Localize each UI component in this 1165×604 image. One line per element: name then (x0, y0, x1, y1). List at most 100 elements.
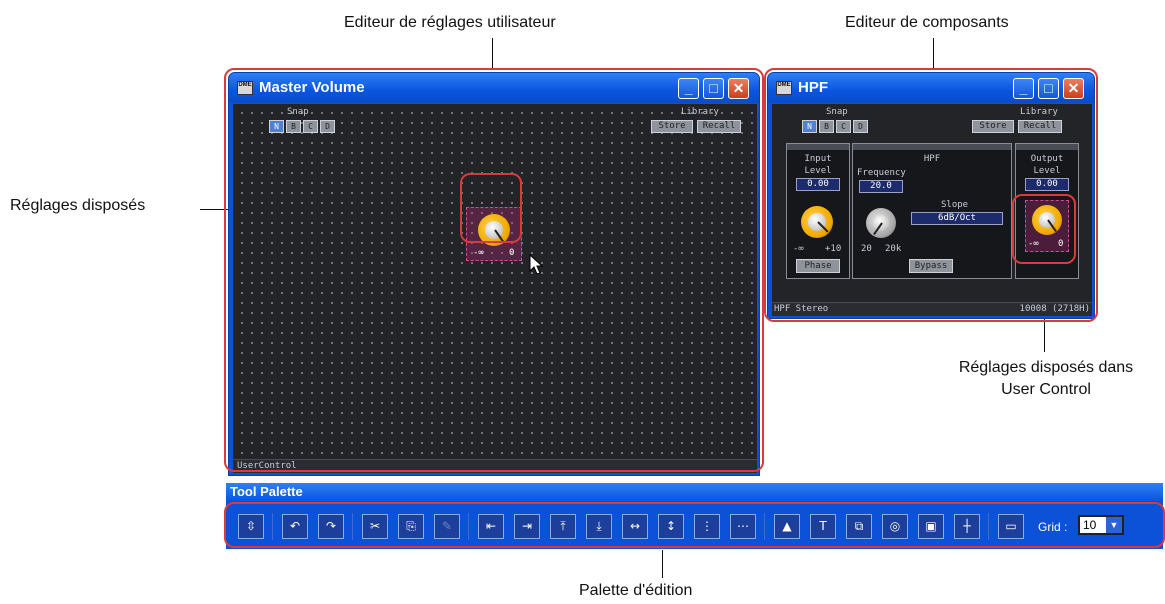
input-max-label: +10 (825, 244, 842, 254)
snap-button-d[interactable]: D (320, 120, 335, 133)
snap-button-b[interactable]: B (286, 120, 301, 133)
distribute-vertical-icon[interactable]: ↕ (658, 514, 684, 539)
component-panel: Snap N B C D Library Store Recall Input … (772, 104, 1092, 316)
snap-button-n[interactable]: N (269, 120, 284, 133)
center-horizontal-icon[interactable]: ⋯ (730, 514, 756, 539)
frequency-label: Frequency (857, 168, 906, 178)
slope-label: Slope (941, 200, 969, 210)
align-bottom-icon[interactable]: ⤓ (586, 514, 612, 539)
callout-placed-controls: Réglages disposés (10, 197, 146, 214)
snap-button-n[interactable]: N (802, 120, 817, 133)
freq-min-label: 20 (861, 244, 872, 254)
output-section: Output Level 0.00 -∞ 0 (1015, 143, 1079, 279)
close-button[interactable]: ✕ (1063, 78, 1084, 99)
grid-label: Grid : (1038, 520, 1068, 534)
snap-button-d[interactable]: D (853, 120, 868, 133)
placed-output-knob[interactable]: -∞ 0 (1025, 200, 1069, 252)
mouse-cursor-icon (529, 254, 544, 275)
freq-max-label: 20k (885, 244, 902, 254)
panel-tool-icon[interactable]: ▣ (918, 514, 944, 539)
status-text: UserControl (237, 461, 297, 471)
knob-max-label: 0 (509, 248, 515, 258)
callout-user-editor: Editeur de réglages utilisateur (344, 14, 556, 31)
snap-label: Snap (287, 107, 309, 117)
frequency-knob[interactable] (866, 208, 896, 238)
box-tool-icon[interactable]: ⧉ (846, 514, 872, 539)
store-button[interactable]: Store (972, 120, 1014, 133)
tool-palette-titlebar[interactable]: Tool Palette (226, 483, 1163, 501)
slope-value[interactable]: 6dB/Oct (911, 212, 1003, 225)
grid-value: 10 (1083, 518, 1097, 532)
callout-line (492, 38, 493, 70)
input-level-knob[interactable] (801, 206, 833, 238)
library-label: Library (1020, 107, 1058, 117)
minimize-button[interactable]: _ (1013, 78, 1034, 99)
callout-line (662, 550, 663, 578)
redo-icon[interactable]: ↷ (318, 514, 344, 539)
grid-select[interactable]: 10 ▼ (1078, 515, 1124, 535)
snap-label: Snap (826, 107, 848, 117)
master-volume-window: DME Master Volume _ □ ✕ Snap N B C D Lib… (228, 72, 760, 476)
snap-button-c[interactable]: C (836, 120, 851, 133)
maximize-button[interactable]: □ (1038, 78, 1059, 99)
output-max-label: 0 (1058, 239, 1064, 249)
tool-palette: Tool Palette ⇳ ↶ ↷ ✂ ⎘ ✎ ⇤ ⇥ ⤒ ⤓ ↔ ↕ ⋮ ⋯… (226, 483, 1163, 549)
placed-level-knob[interactable]: -∞ 0 (466, 207, 522, 261)
output-level-knob[interactable] (1032, 205, 1062, 235)
tool-palette-title: Tool Palette (230, 484, 303, 499)
recall-button[interactable]: Recall (697, 120, 741, 133)
align-left-icon[interactable]: ⇤ (478, 514, 504, 539)
input-section: Input Level 0.00 -∞ +10 Phase (786, 143, 850, 279)
close-button[interactable]: ✕ (728, 78, 749, 99)
minimize-button[interactable]: _ (678, 78, 699, 99)
app-icon: DME (776, 81, 792, 95)
input-min-label: -∞ (793, 244, 804, 254)
undo-icon[interactable]: ↶ (282, 514, 308, 539)
line-tool-icon[interactable]: ┼ (954, 514, 980, 539)
master-volume-titlebar[interactable]: DME Master Volume _ □ ✕ (229, 73, 759, 103)
status-bar: HPF Stereo 10008 (2718H) (772, 302, 1092, 316)
align-right-icon[interactable]: ⇥ (514, 514, 540, 539)
status-right: 10008 (2718H) (1019, 304, 1090, 314)
status-bar: UserControl (233, 459, 757, 473)
frequency-value[interactable]: 20.0 (859, 180, 903, 193)
callout-component-editor: Editeur de composants (845, 14, 1009, 31)
snap-button-c[interactable]: C (303, 120, 318, 133)
center-vertical-icon[interactable]: ⋮ (694, 514, 720, 539)
output-level-value[interactable]: 0.00 (1025, 178, 1069, 191)
paste-icon[interactable]: ✎ (434, 514, 460, 539)
chevron-down-icon[interactable]: ▼ (1106, 517, 1122, 533)
picture-tool-icon[interactable]: ▲ (774, 514, 800, 539)
hpf-label: HPF (923, 154, 941, 164)
snap-button-b[interactable]: B (819, 120, 834, 133)
input-label: Input (804, 154, 832, 164)
callout-line (933, 38, 934, 70)
snap-grid (233, 104, 757, 459)
status-left: HPF Stereo (774, 304, 829, 314)
align-top-icon[interactable]: ⤒ (550, 514, 576, 539)
bypass-button[interactable]: Bypass (909, 259, 953, 273)
input-level-label: Level (804, 166, 832, 176)
grid-display-icon[interactable]: ▭ (998, 514, 1024, 539)
cut-icon[interactable]: ✂ (362, 514, 388, 539)
level-knob[interactable] (478, 214, 510, 246)
user-control-canvas[interactable]: Snap N B C D Library Store Recall -∞ 0 U… (233, 104, 757, 473)
callout-placed-in-user-control: Réglages disposés dans User Control (958, 359, 1134, 398)
hpf-titlebar[interactable]: DME HPF _ □ ✕ (768, 73, 1094, 103)
hpf-window: DME HPF _ □ ✕ Snap N B C D Library Store… (767, 72, 1095, 319)
recall-button[interactable]: Recall (1018, 120, 1062, 133)
distribute-horizontal-icon[interactable]: ↔ (622, 514, 648, 539)
maximize-button[interactable]: □ (703, 78, 724, 99)
library-label: Library (681, 107, 719, 117)
input-level-value[interactable]: 0.00 (796, 178, 840, 191)
phase-button[interactable]: Phase (796, 259, 840, 273)
hpf-section: HPF Frequency 20.0 20 20k Slope 6dB/Oct … (852, 143, 1012, 279)
shape-tool-icon[interactable]: ◎ (882, 514, 908, 539)
text-tool-icon[interactable]: T (810, 514, 836, 539)
window-title: Master Volume (259, 79, 365, 96)
resize-tool-icon[interactable]: ⇳ (238, 514, 264, 539)
output-label: Output (1030, 154, 1064, 164)
callout-edit-palette: Palette d'édition (579, 582, 693, 599)
store-button[interactable]: Store (651, 120, 693, 133)
copy-icon[interactable]: ⎘ (398, 514, 424, 539)
